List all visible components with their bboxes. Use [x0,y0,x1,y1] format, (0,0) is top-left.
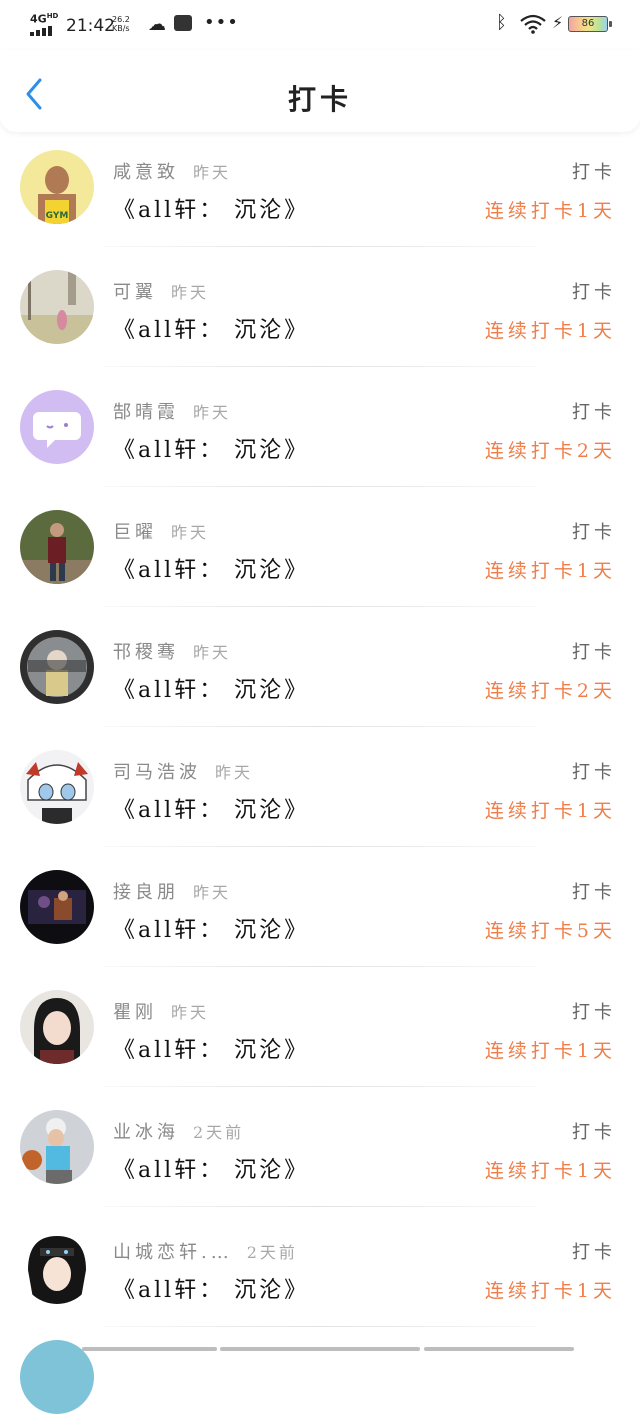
avatar[interactable] [20,750,94,824]
book-title: 《all轩： 沉沦》 [113,438,310,463]
list-item[interactable]: 瞿刚 昨天 《all轩： 沉沦》 打卡 连续打卡1天 [0,980,640,1100]
post-time: 昨天 [171,1003,210,1022]
post-time: 昨天 [193,643,232,662]
post-time: 昨天 [171,283,210,302]
list-item[interactable]: 可翼 昨天 《all轩： 沉沦》 打卡 连续打卡1天 [0,260,640,380]
post-time: 昨天 [193,883,232,902]
post-time: 2天前 [246,1243,298,1262]
checkin-label: 打卡 [572,162,616,183]
checkin-label: 打卡 [572,642,616,663]
streak-label: 连续打卡5天 [484,920,616,942]
avatar[interactable] [20,990,94,1064]
divider [105,366,535,367]
list-item[interactable]: 巨曜 昨天 《all轩： 沉沦》 打卡 连续打卡1天 [0,500,640,620]
user-name: 瞿刚 昨天 [113,1002,210,1023]
user-name: 山城恋轩.… 2天前 [113,1242,298,1263]
divider [105,246,535,247]
book-title: 《all轩： 沉沦》 [113,1038,310,1063]
book-title: 《all轩： 沉沦》 [113,1278,310,1303]
nav-header: 打卡 [0,50,640,132]
post-time: 昨天 [193,403,232,422]
post-time: 昨天 [193,163,232,182]
streak-label: 连续打卡1天 [484,200,616,222]
user-name: 巨曜 昨天 [113,522,210,543]
page-title: 打卡 [287,83,352,116]
user-name: 咸意致 昨天 [113,162,232,183]
checkin-label: 打卡 [572,762,616,783]
streak-label: 连续打卡1天 [484,560,616,582]
loading-placeholder [82,1347,582,1351]
user-name: 司马浩波 昨天 [113,762,254,783]
avatar[interactable] [20,510,94,584]
checkin-label: 打卡 [572,882,616,903]
avatar[interactable] [20,1110,94,1184]
list-item[interactable]: GYM 咸意致 昨天 《all轩： 沉沦》 打卡 连续打卡1天 [0,140,640,260]
user-name: 业冰海 2天前 [113,1122,245,1143]
avatar[interactable] [20,270,94,344]
list-item[interactable]: 接良朋 昨天 《all轩： 沉沦》 打卡 连续打卡5天 [0,860,640,980]
wifi-icon [520,14,546,34]
streak-label: 连续打卡1天 [484,320,616,342]
cloud-icon: ☁ [148,14,166,35]
avatar[interactable] [20,1340,94,1414]
avatar[interactable] [20,1230,94,1304]
book-title: 《all轩： 沉沦》 [113,558,310,583]
checkin-label: 打卡 [572,522,616,543]
avatar[interactable] [20,630,94,704]
checkin-label: 打卡 [572,402,616,423]
post-time: 2天前 [193,1123,245,1142]
network-speed: 26.2 KB/s [112,15,130,33]
user-name: 接良朋 昨天 [113,882,232,903]
signal-icon [30,26,52,36]
avatar[interactable]: GYM [20,150,94,224]
bluetooth-icon: ᛒ [496,12,507,33]
book-title: 《all轩： 沉沦》 [113,918,310,943]
checkin-label: 打卡 [572,282,616,303]
divider [105,606,535,607]
book-title: 《all轩： 沉沦》 [113,798,310,823]
mail-icon [174,15,192,31]
checkin-label: 打卡 [572,1242,616,1263]
battery-icon: 86 [568,16,612,32]
svg-text:GYM: GYM [46,211,69,221]
list-item[interactable]: 司马浩波 昨天 《all轩： 沉沦》 打卡 连续打卡1天 [0,740,640,860]
divider [105,846,535,847]
clock: 21:42 [66,16,115,36]
divider [105,1086,535,1087]
avatar[interactable] [20,390,94,464]
charging-icon: ⚡ [552,13,564,32]
more-icon: ••• [204,12,239,33]
checkin-list: GYM 咸意致 昨天 《all轩： 沉沦》 打卡 连续打卡1天 可翼 昨天 《all… [0,130,640,1351]
avatar[interactable] [20,870,94,944]
user-name: 郜晴霞 昨天 [113,402,232,423]
status-bar: 4GHD 21:42 26.2 KB/s ☁ ••• ᛒ ⚡ 86 [0,0,640,50]
post-time: 昨天 [215,763,254,782]
list-item[interactable]: 邗稷骞 昨天 《all轩： 沉沦》 打卡 连续打卡2天 [0,620,640,740]
list-item[interactable]: 郜晴霞 昨天 《all轩： 沉沦》 打卡 连续打卡2天 [0,380,640,500]
streak-label: 连续打卡1天 [484,1280,616,1302]
user-name: 邗稷骞 昨天 [113,642,232,663]
divider [105,966,535,967]
post-time: 昨天 [171,523,210,542]
streak-label: 连续打卡1天 [484,1160,616,1182]
checkin-label: 打卡 [572,1002,616,1023]
checkin-label: 打卡 [572,1122,616,1143]
divider [105,486,535,487]
streak-label: 连续打卡2天 [484,680,616,702]
streak-label: 连续打卡1天 [484,1040,616,1062]
divider [105,726,535,727]
divider [105,1326,535,1327]
list-item[interactable]: 业冰海 2天前 《all轩： 沉沦》 打卡 连续打卡1天 [0,1100,640,1220]
streak-label: 连续打卡1天 [484,800,616,822]
divider [105,1206,535,1207]
list-item[interactable]: 山城恋轩.… 2天前 《all轩： 沉沦》 打卡 连续打卡1天 [0,1220,640,1340]
book-title: 《all轩： 沉沦》 [113,1158,310,1183]
network-type: 4GHD [30,12,59,26]
book-title: 《all轩： 沉沦》 [113,198,310,223]
streak-label: 连续打卡2天 [484,440,616,462]
user-name: 可翼 昨天 [113,282,210,303]
book-title: 《all轩： 沉沦》 [113,678,310,703]
book-title: 《all轩： 沉沦》 [113,318,310,343]
